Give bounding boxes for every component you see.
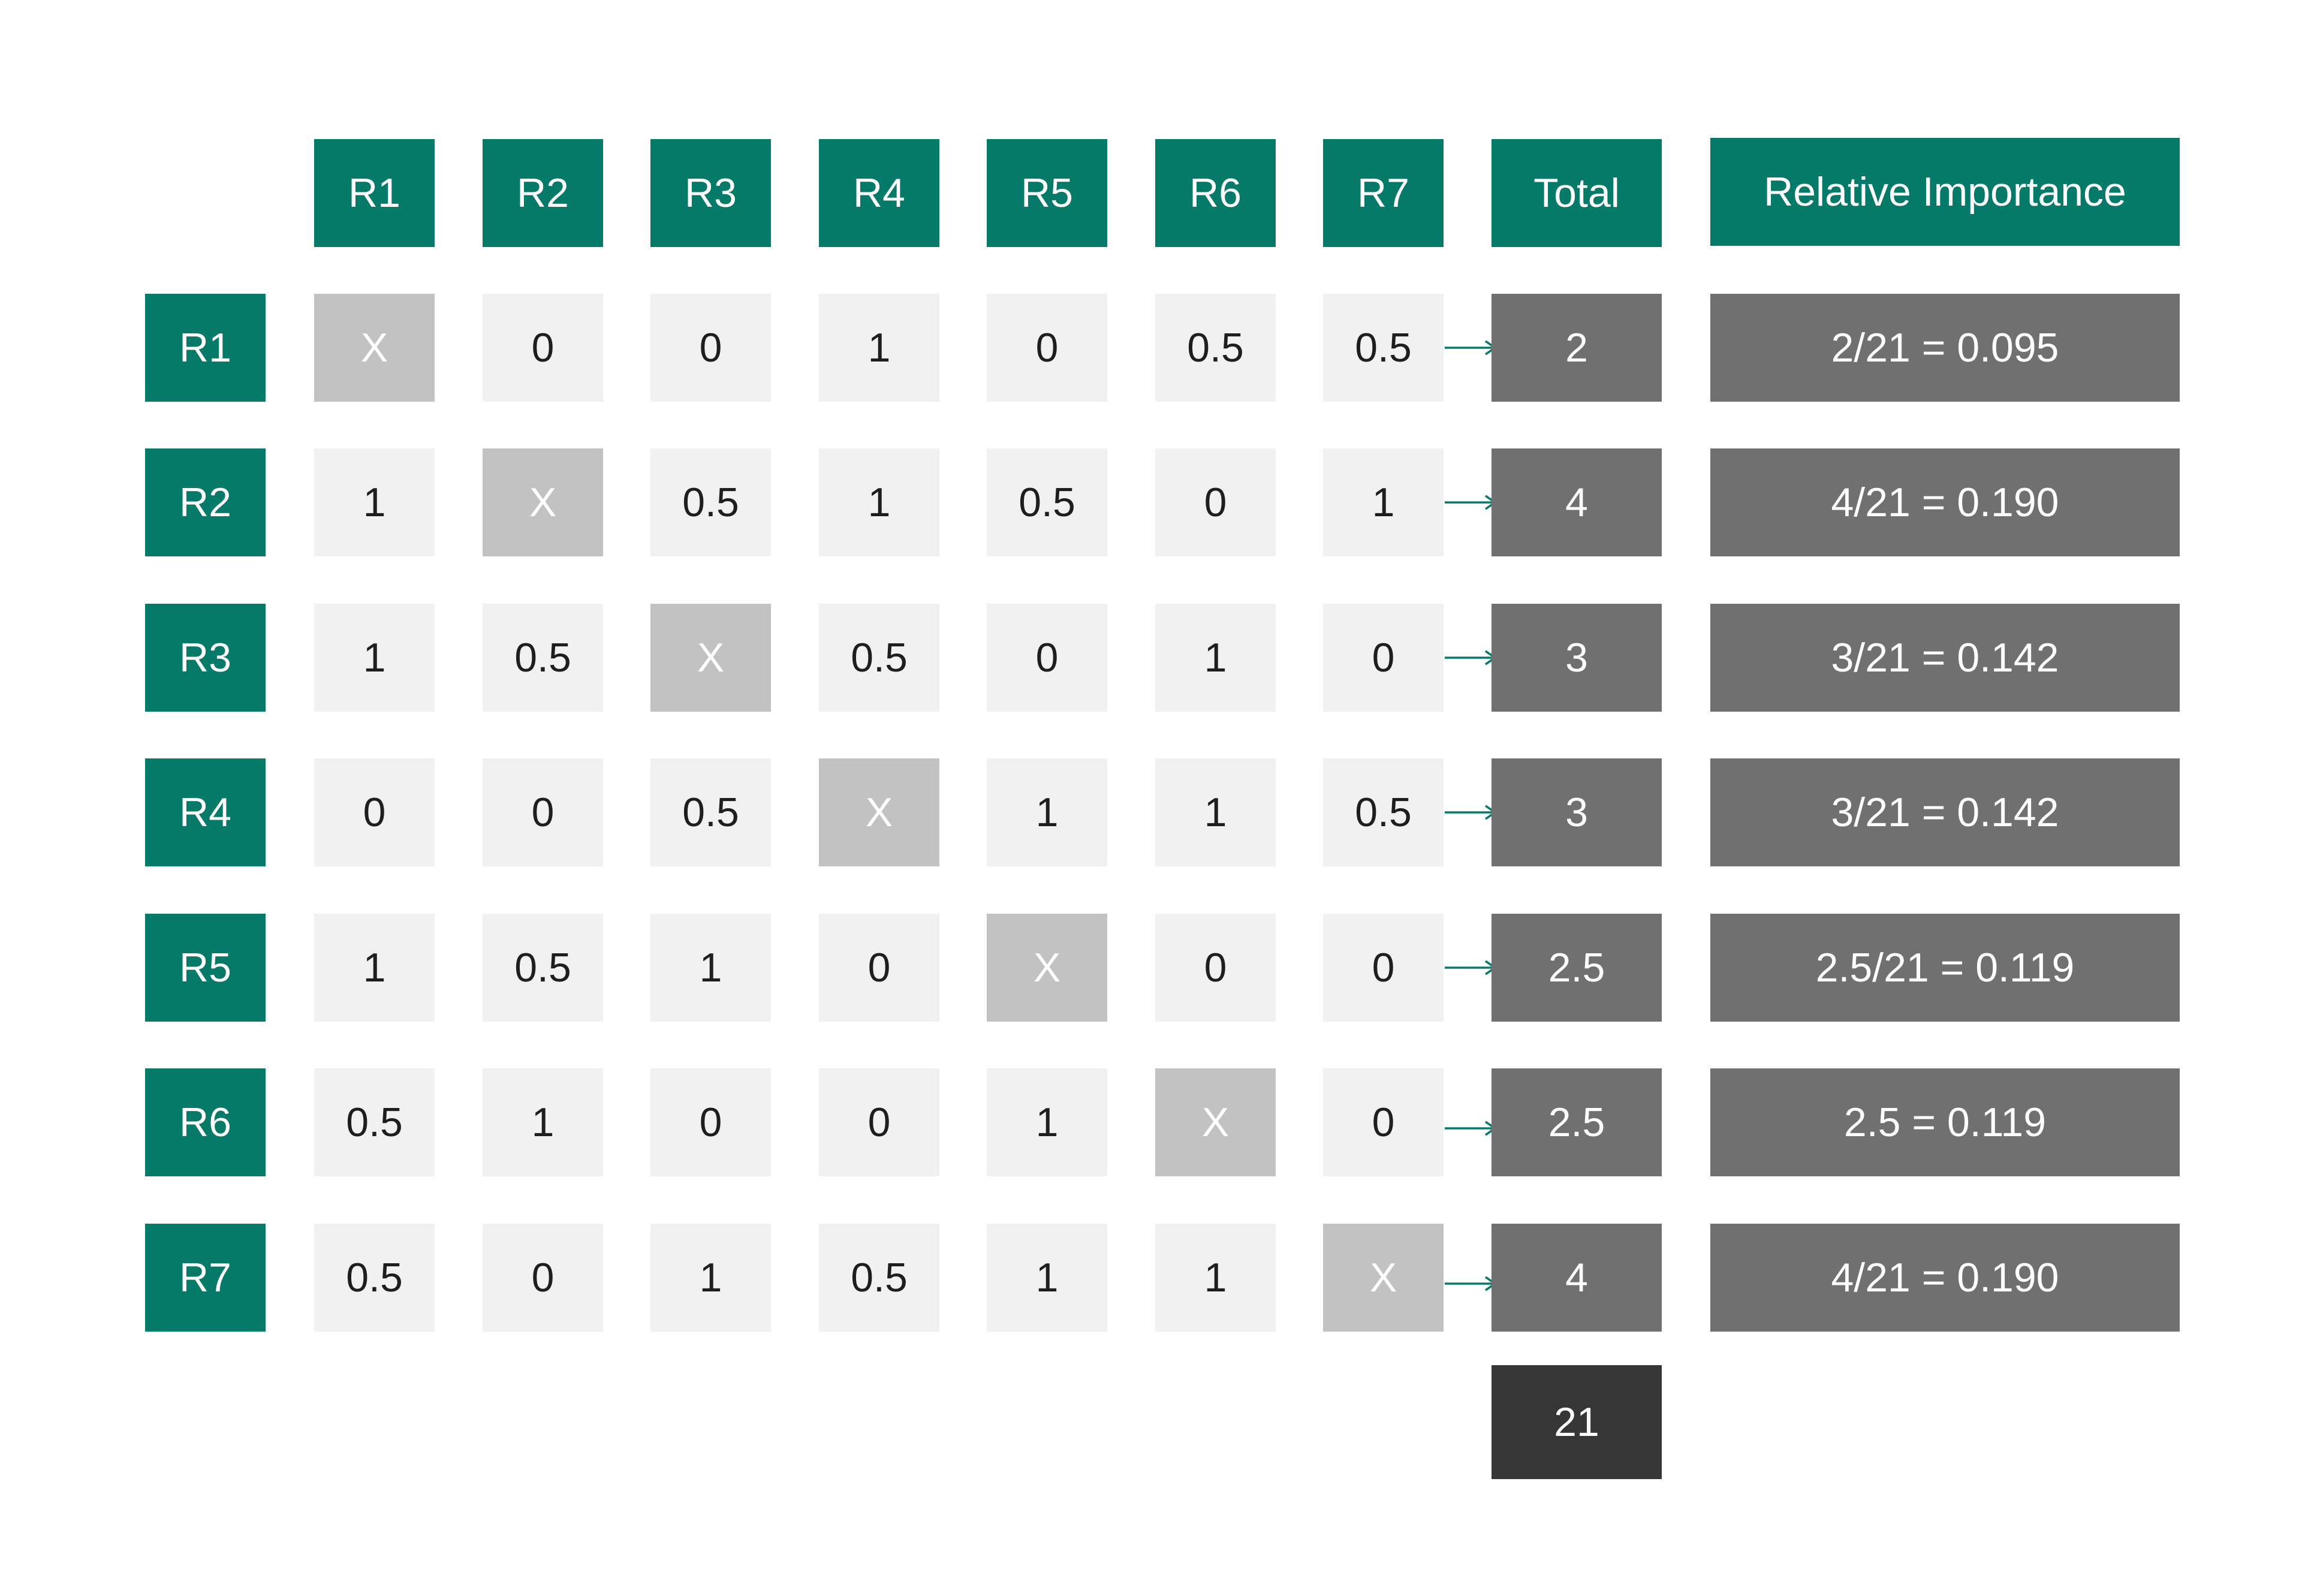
grand-total-cell: 21: [1492, 1365, 1662, 1479]
row-header-r5: R5: [145, 914, 266, 1022]
matrix-cell: 0.5: [1323, 294, 1444, 402]
relative-importance-cell: 2.5 = 0.119: [1710, 1068, 2180, 1176]
matrix-cell: 1: [819, 448, 939, 556]
relative-importance-cell: 3/21 = 0.142: [1710, 758, 2180, 866]
arrow-icon: [1445, 340, 1497, 356]
matrix-cell: 0: [650, 1068, 771, 1176]
matrix-cell: 0.5: [650, 758, 771, 866]
matrix-cell: 1: [1323, 448, 1444, 556]
matrix-cell: 0.5: [314, 1224, 435, 1332]
matrix-cell: 0: [987, 294, 1107, 402]
matrix-cell: 0.5: [483, 604, 603, 712]
matrix-cell: 0.5: [819, 1224, 939, 1332]
comparison-matrix: R1 R2 R3 R4 R5 R6 R7 Total Relative Impo…: [0, 0, 2302, 1596]
relative-importance-cell: 2.5/21 = 0.119: [1710, 914, 2180, 1022]
diagonal-cell: X: [314, 294, 435, 402]
matrix-cell: 1: [987, 1224, 1107, 1332]
matrix-cell: 0: [483, 758, 603, 866]
matrix-cell: 0: [483, 294, 603, 402]
row-total-cell: 2.5: [1492, 1068, 1662, 1176]
arrow-icon: [1445, 960, 1497, 975]
matrix-cell: 1: [314, 914, 435, 1022]
row-total-cell: 2: [1492, 294, 1662, 402]
row-header-r6: R6: [145, 1068, 266, 1176]
matrix-cell: 1: [1155, 758, 1276, 866]
diagonal-cell: X: [1155, 1068, 1276, 1176]
matrix-cell: 0: [987, 604, 1107, 712]
matrix-cell: 0.5: [483, 914, 603, 1022]
matrix-cell: 0: [1323, 1068, 1444, 1176]
row-header-r3: R3: [145, 604, 266, 712]
diagonal-cell: X: [650, 604, 771, 712]
column-header-r2: R2: [483, 139, 603, 247]
matrix-cell: 0: [1155, 448, 1276, 556]
matrix-cell: 1: [483, 1068, 603, 1176]
matrix-cell: 1: [987, 758, 1107, 866]
matrix-cell: 0: [1323, 914, 1444, 1022]
matrix-cell: 0: [819, 914, 939, 1022]
matrix-cell: 1: [650, 914, 771, 1022]
column-header-r3: R3: [650, 139, 771, 247]
diagonal-cell: X: [1323, 1224, 1444, 1332]
row-total-cell: 4: [1492, 448, 1662, 556]
matrix-cell: 1: [314, 448, 435, 556]
column-header-r4: R4: [819, 139, 939, 247]
row-total-cell: 2.5: [1492, 914, 1662, 1022]
row-total-cell: 3: [1492, 604, 1662, 712]
arrow-icon: [1445, 1121, 1497, 1136]
arrow-icon: [1445, 805, 1497, 820]
matrix-cell: 0: [1155, 914, 1276, 1022]
matrix-cell: 0.5: [650, 448, 771, 556]
matrix-cell: 1: [314, 604, 435, 712]
relative-importance-cell: 4/21 = 0.190: [1710, 448, 2180, 556]
matrix-cell: 0.5: [819, 604, 939, 712]
matrix-cell: 0.5: [314, 1068, 435, 1176]
matrix-cell: 0: [650, 294, 771, 402]
matrix-cell: 0: [314, 758, 435, 866]
row-header-r1: R1: [145, 294, 266, 402]
diagonal-cell: X: [819, 758, 939, 866]
row-total-cell: 3: [1492, 758, 1662, 866]
matrix-cell: 0.5: [1155, 294, 1276, 402]
row-total-cell: 4: [1492, 1224, 1662, 1332]
matrix-cell: 0: [819, 1068, 939, 1176]
matrix-cell: 0: [1323, 604, 1444, 712]
diagonal-cell: X: [987, 914, 1107, 1022]
matrix-cell: 1: [1155, 1224, 1276, 1332]
row-header-r7: R7: [145, 1224, 266, 1332]
column-header-r5: R5: [987, 139, 1107, 247]
matrix-cell: 1: [819, 294, 939, 402]
matrix-cell: 1: [650, 1224, 771, 1332]
row-header-r4: R4: [145, 758, 266, 866]
relative-importance-cell: 2/21 = 0.095: [1710, 294, 2180, 402]
column-header-relative-importance: Relative Importance: [1710, 138, 2180, 246]
column-header-total: Total: [1492, 139, 1662, 247]
row-header-r2: R2: [145, 448, 266, 556]
matrix-cell: 0.5: [1323, 758, 1444, 866]
arrow-icon: [1445, 495, 1497, 510]
relative-importance-cell: 4/21 = 0.190: [1710, 1224, 2180, 1332]
matrix-cell: 0.5: [987, 448, 1107, 556]
matrix-cell: 1: [1155, 604, 1276, 712]
arrow-icon: [1445, 650, 1497, 665]
column-header-r6: R6: [1155, 139, 1276, 247]
diagonal-cell: X: [483, 448, 603, 556]
matrix-cell: 1: [987, 1068, 1107, 1176]
arrow-icon: [1445, 1276, 1497, 1291]
relative-importance-cell: 3/21 = 0.142: [1710, 604, 2180, 712]
column-header-r7: R7: [1323, 139, 1444, 247]
matrix-cell: 0: [483, 1224, 603, 1332]
column-header-r1: R1: [314, 139, 435, 247]
